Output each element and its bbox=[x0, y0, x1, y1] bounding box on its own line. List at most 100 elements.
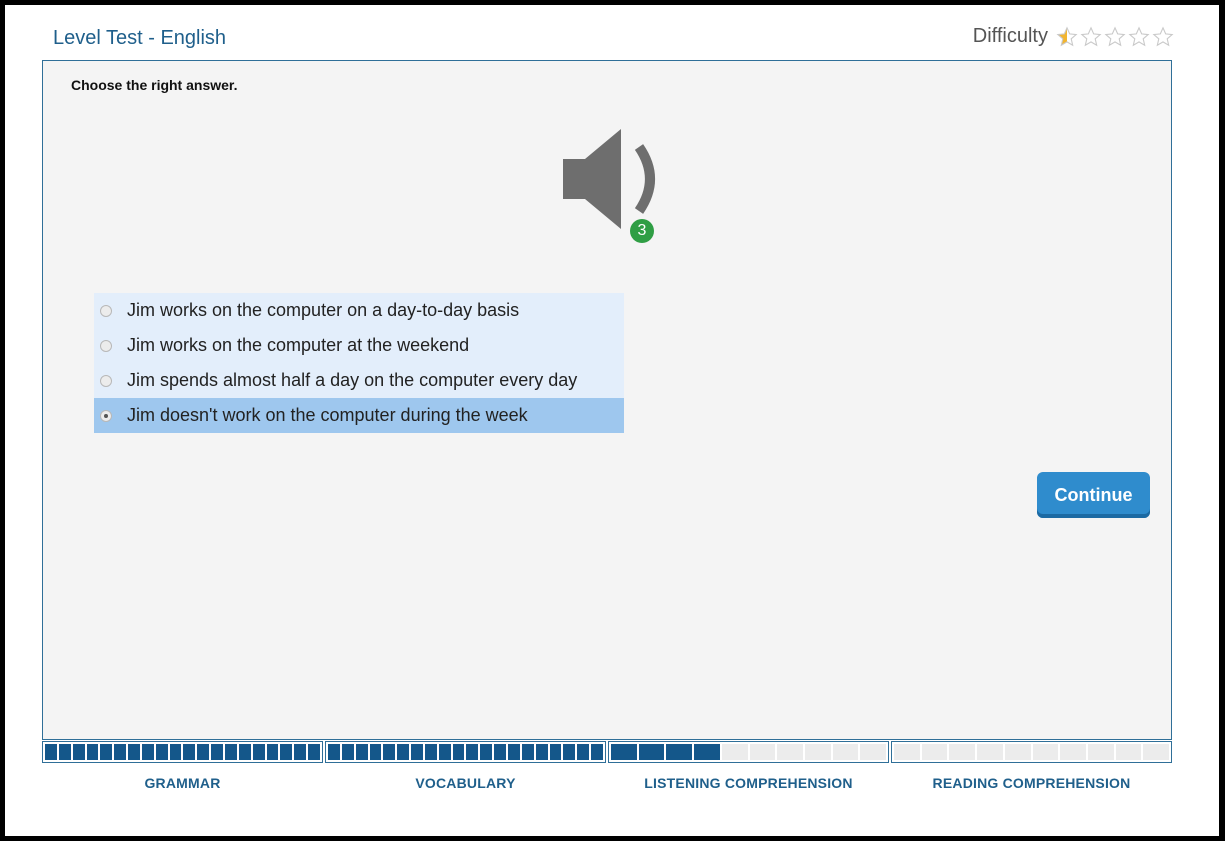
progress-segment bbox=[777, 744, 803, 760]
progress-segment bbox=[577, 744, 590, 760]
progress-segment bbox=[804, 744, 831, 760]
star-icon bbox=[1056, 25, 1078, 46]
progress-segment bbox=[694, 744, 720, 760]
progress-section: READING COMPREHENSION bbox=[891, 741, 1172, 791]
question-instruction: Choose the right answer. bbox=[71, 77, 238, 93]
progress-section-label: READING COMPREHENSION bbox=[932, 775, 1131, 791]
progress-bar bbox=[608, 741, 889, 763]
progress-segment bbox=[328, 744, 340, 760]
progress-segment bbox=[1004, 744, 1031, 760]
progress-segment bbox=[424, 744, 437, 760]
answer-option-label: Jim works on the computer at the weekend bbox=[127, 335, 470, 355]
progress-segment bbox=[341, 744, 354, 760]
progress-segment bbox=[252, 744, 265, 760]
progress-section-label: LISTENING COMPREHENSION bbox=[644, 775, 853, 791]
progress-segment bbox=[611, 744, 637, 760]
progress-segment bbox=[86, 744, 99, 760]
difficulty-stars bbox=[1054, 25, 1174, 48]
progress-segment bbox=[549, 744, 562, 760]
progress-segment bbox=[563, 744, 576, 760]
progress-segment bbox=[438, 744, 451, 760]
progress-segment bbox=[521, 744, 534, 760]
radio-button[interactable] bbox=[100, 374, 112, 387]
progress-segment bbox=[155, 744, 168, 760]
answer-option[interactable]: Jim spends almost half a day on the comp… bbox=[94, 363, 624, 398]
difficulty-rating: Difficulty bbox=[973, 25, 1174, 48]
answer-option[interactable]: Jim doesn't work on the computer during … bbox=[94, 398, 624, 433]
progress-segment bbox=[72, 744, 85, 760]
star-icon bbox=[1152, 25, 1174, 46]
progress-segment bbox=[480, 744, 493, 760]
answer-option-label: Jim doesn't work on the computer during … bbox=[127, 405, 528, 425]
progress-segment bbox=[308, 744, 320, 760]
progress-segment bbox=[832, 744, 859, 760]
progress-segment bbox=[383, 744, 396, 760]
continue-button[interactable]: Continue bbox=[1037, 472, 1150, 518]
progress-segment bbox=[949, 744, 976, 760]
progress-segment bbox=[894, 744, 920, 760]
progress-segment bbox=[591, 744, 603, 760]
progress-section-label: VOCABULARY bbox=[415, 775, 516, 791]
progress-segment bbox=[749, 744, 776, 760]
progress-segment bbox=[666, 744, 693, 760]
progress-segment bbox=[128, 744, 140, 760]
plays-remaining-badge: 3 bbox=[630, 219, 654, 243]
answer-options: Jim works on the computer on a day-to-da… bbox=[94, 293, 624, 433]
answer-option[interactable]: Jim works on the computer on a day-to-da… bbox=[94, 293, 624, 328]
radio-button[interactable] bbox=[100, 339, 112, 352]
speaker-icon[interactable] bbox=[561, 129, 665, 229]
progress-segment bbox=[397, 744, 410, 760]
answer-option-label: Jim spends almost half a day on the comp… bbox=[127, 370, 578, 390]
progress-segment bbox=[977, 744, 1003, 760]
progress-segment bbox=[1143, 744, 1170, 760]
question-panel: Choose the right answer. 3 Jim works on … bbox=[42, 60, 1172, 740]
progress-segment bbox=[921, 744, 948, 760]
progress-segment bbox=[494, 744, 506, 760]
progress-segment bbox=[721, 744, 748, 760]
page-title: Level Test - English bbox=[53, 27, 227, 49]
progress-segment bbox=[355, 744, 368, 760]
progress-segment bbox=[507, 744, 520, 760]
difficulty-label: Difficulty bbox=[972, 25, 1048, 47]
progress-segment bbox=[238, 744, 251, 760]
progress-bar bbox=[891, 741, 1172, 763]
progress-segment bbox=[535, 744, 548, 760]
radio-button[interactable] bbox=[100, 304, 112, 317]
progress-section-label: GRAMMAR bbox=[144, 775, 221, 791]
progress-bar bbox=[325, 741, 606, 763]
app-frame: Level Test - English Difficulty Choose t… bbox=[5, 5, 1219, 836]
answer-option-label: Jim works on the computer on a day-to-da… bbox=[127, 300, 520, 320]
progress-segment bbox=[466, 744, 479, 760]
answer-option[interactable]: Jim works on the computer at the weekend bbox=[94, 328, 624, 363]
star-icon bbox=[1128, 25, 1150, 46]
progress-segment bbox=[114, 744, 127, 760]
star-icon bbox=[1080, 25, 1102, 46]
progress-segment bbox=[638, 744, 665, 760]
progress-segment bbox=[224, 744, 237, 760]
progress-segment bbox=[58, 744, 71, 760]
progress-segment bbox=[280, 744, 293, 760]
progress-segment bbox=[1060, 744, 1086, 760]
radio-button[interactable] bbox=[100, 409, 112, 422]
progress-segment bbox=[45, 744, 57, 760]
progress-segment bbox=[197, 744, 210, 760]
progress-segment bbox=[1115, 744, 1142, 760]
progress-segment bbox=[411, 744, 423, 760]
progress-segment bbox=[183, 744, 196, 760]
progress-segment bbox=[369, 744, 382, 760]
test-progress: GRAMMAR VOCABULARY LISTENING COMPREHENSION… bbox=[42, 741, 1172, 791]
progress-segment bbox=[100, 744, 113, 760]
progress-section: LISTENING COMPREHENSION bbox=[608, 741, 889, 791]
progress-section: VOCABULARY bbox=[325, 741, 606, 791]
progress-bar bbox=[42, 741, 323, 763]
progress-segment bbox=[452, 744, 465, 760]
progress-segment bbox=[169, 744, 182, 760]
progress-segment bbox=[860, 744, 887, 760]
star-icon bbox=[1104, 25, 1126, 46]
progress-segment bbox=[211, 744, 223, 760]
progress-section: GRAMMAR bbox=[42, 741, 323, 791]
progress-segment bbox=[141, 744, 154, 760]
progress-segment bbox=[266, 744, 279, 760]
progress-segment bbox=[1032, 744, 1059, 760]
progress-segment bbox=[1087, 744, 1114, 760]
